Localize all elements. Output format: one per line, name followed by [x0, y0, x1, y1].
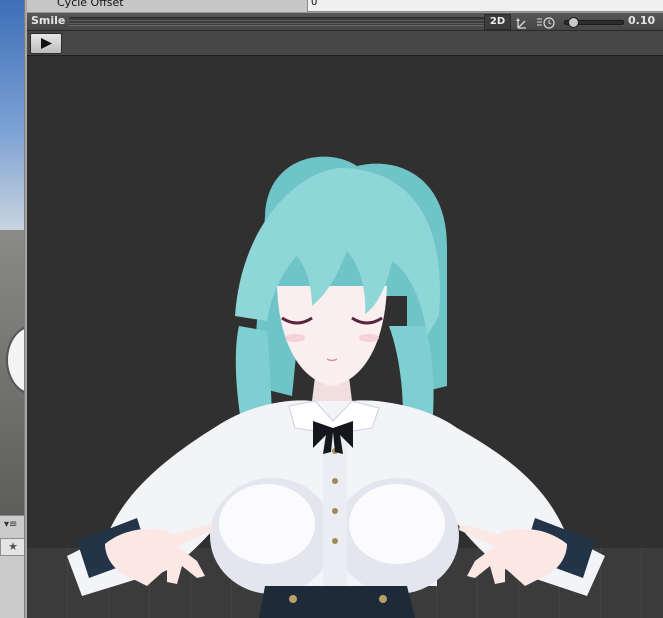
preview-viewport[interactable] — [27, 56, 663, 618]
cycle-offset-value: 0 — [311, 0, 318, 8]
preview-drag-handle[interactable] — [69, 17, 507, 26]
pivot-icon[interactable] — [512, 14, 531, 29]
speed-slider-thumb[interactable] — [568, 17, 579, 28]
panel-menu-icon[interactable]: ▾≡ — [4, 519, 17, 530]
scene-sky — [0, 0, 24, 230]
left-panel: ▾≡ ★ — [0, 515, 24, 618]
star-icon[interactable]: ★ — [0, 538, 24, 556]
cycle-offset-row: Cycle Offset 0 ▼ — [27, 0, 663, 13]
play-icon — [41, 38, 52, 49]
preview-header[interactable]: Smile 2D 0.10 — [27, 13, 663, 31]
preview-title: Smile — [31, 14, 66, 27]
play-button[interactable] — [30, 33, 62, 54]
toggle-2d-button[interactable]: 2D — [484, 14, 511, 30]
cycle-offset-field[interactable]: 0 ▼ — [307, 0, 663, 12]
speed-slider[interactable] — [564, 17, 624, 28]
play-bar — [27, 31, 663, 56]
cycle-offset-label: Cycle Offset — [57, 0, 124, 9]
light-icon[interactable] — [535, 14, 557, 29]
scene-view-strip[interactable]: ▾≡ ★ — [0, 0, 24, 618]
avatar-preview — [67, 156, 605, 618]
speed-value: 0.10 — [628, 14, 656, 27]
